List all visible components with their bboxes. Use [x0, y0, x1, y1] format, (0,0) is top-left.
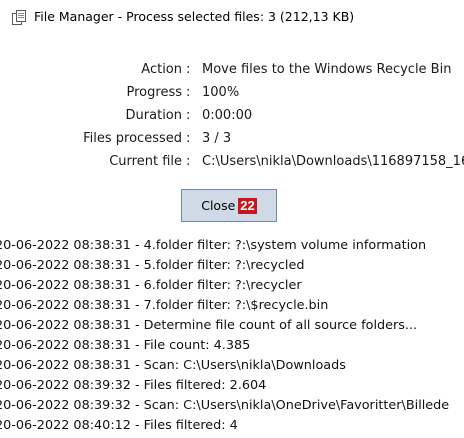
close-button-label: Close	[201, 198, 236, 213]
info-row-files-processed: Files processed : 3 / 3	[0, 131, 464, 151]
current-file-label: Current file	[109, 154, 182, 169]
log-line: 20-06-2022 08:38:31 - 6.folder filter: ?…	[0, 278, 302, 293]
log-output[interactable]: 20-06-2022 08:38:31 - 4.folder filter: ?…	[0, 236, 464, 438]
files-processed-label: Files processed	[83, 131, 182, 146]
progress-value: 100%	[202, 85, 240, 100]
step-badge: 22	[238, 197, 257, 214]
log-line: 20-06-2022 08:38:31 - 5.folder filter: ?…	[0, 258, 305, 273]
info-row-progress: Progress : 100%	[0, 85, 464, 105]
document-copy-icon	[12, 10, 26, 25]
label-separator: :	[186, 85, 191, 100]
label-separator: :	[186, 131, 191, 146]
close-button[interactable]: Close 22	[181, 189, 277, 222]
duration-value: 0:00:00	[202, 108, 253, 123]
label-separator: :	[186, 108, 191, 123]
label-separator: :	[186, 154, 191, 169]
current-file-value: C:\Users\nikla\Downloads\116897158_162	[202, 154, 464, 169]
log-line: 20-06-2022 08:38:31 - Determine file cou…	[0, 318, 418, 333]
log-line: 20-06-2022 08:38:31 - 4.folder filter: ?…	[0, 238, 427, 253]
window-title: File Manager - Process selected files: 3…	[34, 9, 355, 24]
info-row-duration: Duration : 0:00:00	[0, 108, 464, 128]
file-manager-dialog: File Manager - Process selected files: 3…	[0, 0, 464, 438]
label-separator: :	[186, 62, 191, 77]
info-row-current-file: Current file : C:\Users\nikla\Downloads\…	[0, 154, 464, 174]
log-line: 20-06-2022 08:38:31 - 7.folder filter: ?…	[0, 298, 329, 313]
log-line: 20-06-2022 08:38:31 - Scan: C:\Users\nik…	[0, 358, 346, 373]
log-line: 20-06-2022 08:40:12 - Files filtered: 4	[0, 418, 238, 433]
log-line: 20-06-2022 08:39:32 - Files filtered: 2.…	[0, 378, 267, 393]
action-value: Move files to the Windows Recycle Bin	[202, 62, 452, 77]
progress-label: Progress	[126, 85, 182, 100]
duration-label: Duration	[125, 108, 182, 123]
title-bar[interactable]: File Manager - Process selected files: 3…	[0, 0, 464, 36]
log-line: 20-06-2022 08:38:31 - File count: 4.385	[0, 338, 251, 353]
action-label: Action	[141, 62, 182, 77]
info-row-action: Action : Move files to the Windows Recyc…	[0, 62, 464, 82]
log-line: 20-06-2022 08:39:32 - Scan: C:\Users\nik…	[0, 398, 450, 413]
files-processed-value: 3 / 3	[202, 131, 232, 146]
